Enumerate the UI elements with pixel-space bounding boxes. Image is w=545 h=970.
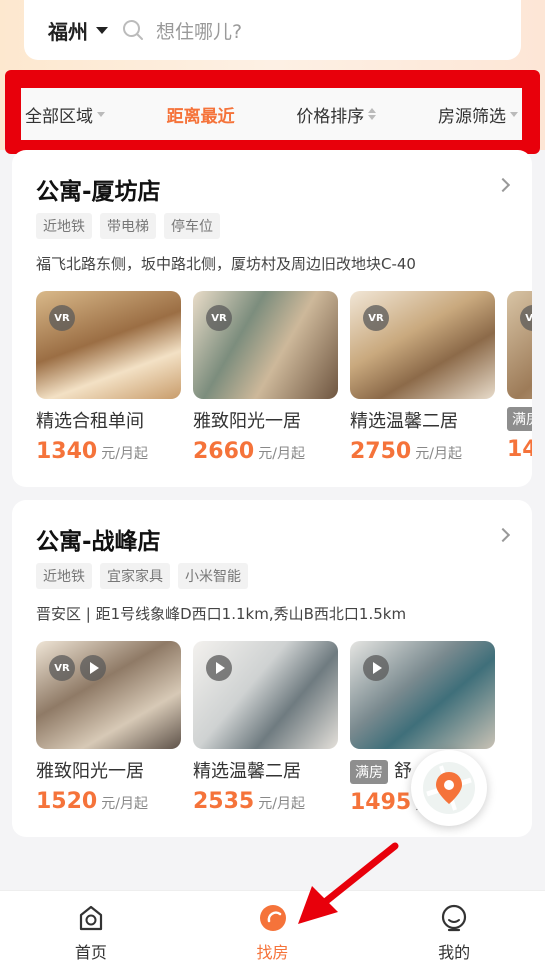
room-price: 2535: [193, 789, 255, 814]
room-price: 1340: [36, 439, 98, 464]
tag: 停车位: [164, 213, 220, 239]
room-name: 满房: [507, 407, 532, 431]
tag: 近地铁: [36, 213, 92, 239]
room-item[interactable]: VR 精选合租单间 1340 元/月起: [36, 291, 181, 464]
map-button[interactable]: [411, 750, 487, 826]
price-unit: 元/月起: [258, 796, 305, 812]
price-unit: 元/月起: [415, 446, 462, 462]
search-bar[interactable]: 福州 想住哪儿?: [24, 0, 521, 60]
room-name-text: 舒: [394, 761, 412, 782]
bottom-nav: 首页 找房 我的: [0, 890, 545, 970]
filter-distance[interactable]: 距离最近: [167, 102, 235, 127]
store-address: 晋安区 | 距1号线象峰D西口1.1km,秀山B西北口1.5km: [36, 605, 407, 623]
price-unit: 元/月起: [258, 446, 305, 462]
room-photo: VR: [193, 291, 338, 399]
vr-badge: VR: [520, 305, 532, 331]
vr-badge: VR: [206, 305, 232, 331]
store-address: 福飞北路东侧，坂中路北侧，厦坊村及周边旧改地块C-40: [36, 255, 416, 273]
filter-bar: 全部区域 距离最近 价格排序 房源筛选: [21, 88, 522, 140]
room-photo: [193, 641, 338, 749]
caret-down-icon: [509, 111, 518, 117]
room-name: 精选温馨二居: [350, 411, 458, 432]
tag: 带电梯: [100, 213, 156, 239]
store-card[interactable]: 公寓-厦坊店 近地铁 带电梯 停车位 福飞北路东侧，坂中路北侧，厦坊村及周边旧改…: [12, 150, 532, 487]
sort-icon: [368, 108, 377, 120]
video-play-icon: [80, 655, 106, 681]
chevron-right-icon[interactable]: [495, 527, 511, 543]
room-item[interactable]: VR 精选温馨二居 2750 元/月起: [350, 291, 495, 464]
room-item[interactable]: 精选温馨二居 2535 元/月起: [193, 641, 338, 815]
vr-badge: VR: [49, 655, 75, 681]
nav-home-label: 首页: [74, 943, 107, 962]
room-item[interactable]: VR 雅致阳光一居 2660 元/月起: [193, 291, 338, 464]
video-play-icon: [206, 655, 232, 681]
filter-area-label: 全部区域: [25, 106, 93, 127]
filter-price-sort[interactable]: 价格排序: [296, 102, 377, 127]
nav-find-room-label: 找房: [256, 943, 289, 962]
filter-distance-label: 距离最近: [166, 106, 235, 127]
video-play-icon: [363, 655, 389, 681]
room-photo: VR: [36, 641, 181, 749]
tag: 宜家家具: [100, 563, 170, 589]
city-caret-icon[interactable]: [96, 26, 108, 34]
room-price: 1520: [36, 789, 98, 814]
store-title: 公寓-厦坊店: [36, 179, 161, 205]
pointer-arrow-icon: [298, 842, 399, 924]
home-icon: [79, 905, 102, 931]
filter-price-label: 价格排序: [296, 106, 365, 127]
room-photo: VR: [350, 291, 495, 399]
full-badge: 满房: [507, 407, 532, 431]
store-tags: 近地铁 宜家家具 小米智能: [36, 563, 248, 589]
find-room-icon: [259, 905, 286, 931]
caret-down-icon: [97, 111, 105, 117]
filter-listing-label: 房源筛选: [437, 106, 506, 127]
store-title: 公寓-战峰店: [36, 529, 161, 555]
tag: 近地铁: [36, 563, 92, 589]
room-list: VR 精选合租单间 1340 元/月起 VR 雅致阳光一居 2660 元/月起 VR…: [36, 291, 532, 464]
store-tags: 近地铁 带电梯 停车位: [36, 213, 220, 239]
search-input[interactable]: 想住哪儿?: [156, 17, 242, 44]
nav-home[interactable]: 首页: [0, 891, 182, 970]
price-unit: 元/月起: [101, 796, 148, 812]
filter-listing[interactable]: 房源筛选: [438, 102, 518, 127]
nav-profile-label: 我的: [438, 943, 471, 962]
room-name: 精选温馨二居: [193, 761, 301, 782]
filter-area[interactable]: 全部区域: [25, 102, 105, 127]
room-name: 雅致阳光一居: [193, 411, 301, 432]
map-pin-icon: [423, 762, 475, 814]
room-item[interactable]: VR 雅致阳光一居 1520 元/月起: [36, 641, 181, 815]
room-photo: VR: [507, 291, 532, 399]
search-icon: [123, 20, 143, 40]
vr-badge: VR: [363, 305, 389, 331]
full-badge: 满房: [350, 760, 388, 784]
vr-badge: VR: [49, 305, 75, 331]
room-price: 14: [507, 437, 532, 462]
room-price: 1495: [350, 790, 412, 815]
city-selector[interactable]: 福州: [48, 16, 88, 45]
room-item[interactable]: VR 满房 14: [507, 291, 532, 464]
tag: 小米智能: [178, 563, 248, 589]
room-photo: VR: [36, 291, 181, 399]
price-unit: 元/月起: [101, 446, 148, 462]
chevron-right-icon[interactable]: [495, 177, 511, 193]
room-photo: [350, 641, 495, 749]
room-name: 雅致阳光一居: [36, 761, 144, 782]
room-price: 2750: [350, 439, 412, 464]
room-price: 2660: [193, 439, 255, 464]
profile-icon: [442, 904, 467, 932]
room-name: 精选合租单间: [36, 411, 144, 432]
